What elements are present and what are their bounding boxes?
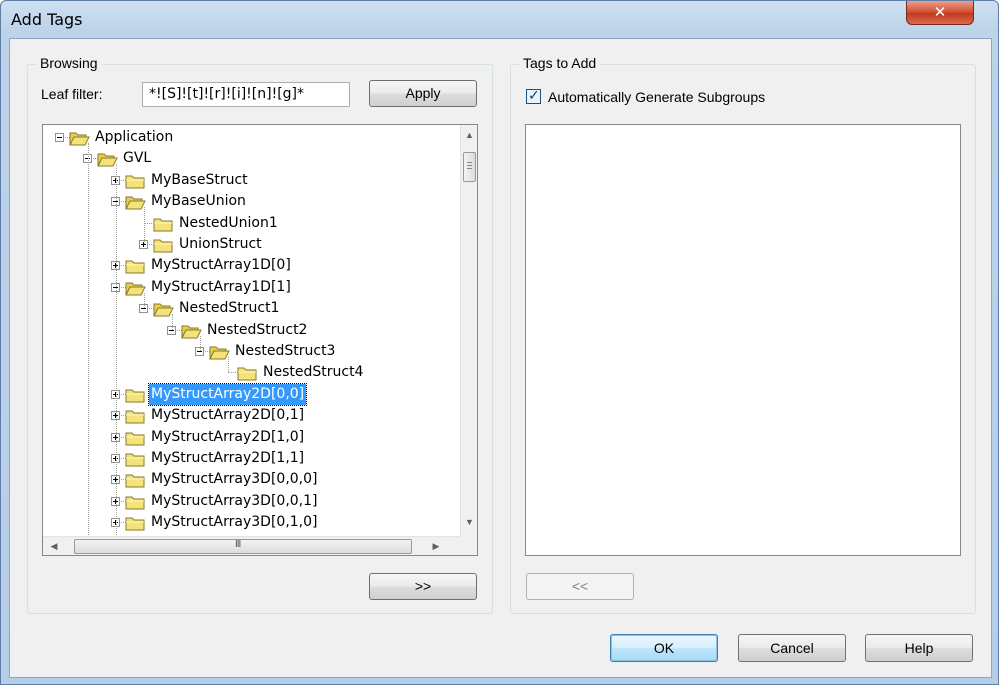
folder-icon	[125, 494, 146, 510]
tree-node[interactable]: MyStructArray1D[1]	[43, 277, 453, 298]
tree-node[interactable]: MyStructArray2D[0,1]	[43, 405, 453, 426]
tree-node-label[interactable]: MyStructArray1D[0]	[149, 255, 293, 276]
tree-node-label[interactable]: MyBaseUnion	[149, 191, 248, 212]
help-button[interactable]: Help	[865, 634, 973, 662]
tree-guide-line	[116, 164, 117, 555]
tree-node-label[interactable]: MyStructArray2D[1,1]	[149, 448, 306, 469]
tree-node-label[interactable]: NestedStruct4	[261, 362, 365, 383]
scroll-grip-icon: III	[235, 539, 241, 550]
tree-node-label[interactable]: MyStructArray1D[1]	[149, 277, 293, 298]
tree-node-label[interactable]: NestedStruct3	[233, 341, 337, 362]
ok-button[interactable]: OK	[610, 634, 718, 662]
tree-node[interactable]: MyStructArray3D[0,0,0]	[43, 469, 453, 490]
folder-icon	[209, 344, 230, 360]
scroll-up-icon[interactable]: ▲	[461, 130, 477, 140]
tree-node[interactable]: MyStructArray2D[0,0]	[43, 382, 453, 406]
tree-guide-line	[172, 314, 173, 330]
folder-icon	[153, 237, 174, 253]
add-tags-dialog: Add Tags ✕ Browsing Leaf filter: *![S]![…	[0, 0, 999, 685]
tree-node-label[interactable]: Application	[93, 127, 175, 148]
title-bar[interactable]: Add Tags ✕	[1, 1, 998, 37]
auto-subgroups-checkbox[interactable]: ✓	[526, 87, 541, 104]
tree-guide-line	[200, 335, 201, 351]
window-title: Add Tags	[11, 10, 83, 29]
folder-icon	[181, 323, 202, 339]
tree-guide-line	[144, 207, 145, 244]
scroll-corner	[460, 536, 477, 555]
tree-node[interactable]: NestedStruct4	[43, 362, 453, 383]
tree-node-label[interactable]: UnionStruct	[177, 234, 264, 255]
folder-icon	[237, 365, 258, 381]
leaf-filter-input[interactable]: *![S]![t]![r]![i]![n]![g]*	[142, 82, 350, 107]
tree-node-label[interactable]: MyStructArray2D[0,0]	[147, 382, 308, 406]
tree-vertical-scrollbar[interactable]: ▲ ▼	[460, 125, 477, 536]
tree-node-label[interactable]: NestedStruct2	[205, 320, 309, 341]
tree-node[interactable]: GVL	[43, 148, 453, 169]
tree-node-label[interactable]: MyStructArray2D[1,0]	[149, 427, 306, 448]
tree-node[interactable]: MyStructArray2D[1,1]	[43, 448, 453, 469]
tree-vertical-scroll-thumb[interactable]	[463, 152, 476, 182]
tree-node[interactable]: Application	[43, 127, 453, 148]
cancel-button[interactable]: Cancel	[738, 634, 846, 662]
tree-node[interactable]: MyBaseUnion	[43, 191, 453, 212]
folder-icon	[69, 130, 90, 146]
folder-icon	[125, 280, 146, 296]
tree-node[interactable]: NestedStruct2	[43, 320, 453, 341]
browsing-group: Browsing Leaf filter: *![S]![t]![r]![i]!…	[27, 55, 493, 614]
tree-node-label[interactable]: MyStructArray3D[0,0,0]	[149, 469, 320, 490]
folder-icon	[125, 408, 146, 424]
folder-icon	[125, 173, 146, 189]
tags-to-add-list[interactable]	[525, 124, 961, 556]
folder-icon	[125, 472, 146, 488]
tree-node-label[interactable]: MyStructArray3D[0,0,1]	[149, 491, 320, 512]
tree-guide-line	[144, 292, 145, 309]
scroll-down-icon[interactable]: ▼	[461, 517, 477, 527]
leaf-filter-label: Leaf filter:	[41, 86, 103, 102]
tree-node-label[interactable]: NestedStruct1	[177, 298, 281, 319]
tag-tree-view[interactable]: Application GVL MyBaseStruct MyBaseUnion Nes…	[42, 124, 478, 556]
tree-node-label[interactable]: MyBaseStruct	[149, 170, 250, 191]
add-tags-button[interactable]: >>	[369, 573, 477, 600]
folder-icon	[125, 515, 146, 531]
tree-node[interactable]: MyStructArray2D[1,0]	[43, 427, 453, 448]
tree-guide-line	[228, 357, 229, 373]
tree-node[interactable]: UnionStruct	[43, 234, 453, 255]
close-button[interactable]: ✕	[906, 1, 974, 25]
tree-node[interactable]: NestedUnion1	[43, 213, 453, 234]
tree-horizontal-scrollbar[interactable]: ◀ III ▶	[43, 536, 460, 555]
folder-icon	[97, 151, 118, 167]
tree-node-label[interactable]: MyStructArray3D[0,1,0]	[149, 512, 320, 533]
tree-node[interactable]: MyStructArray3D[0,1,0]	[43, 512, 453, 533]
apply-button[interactable]: Apply	[369, 80, 477, 107]
tree-node-label[interactable]: MyStructArray2D[0,1]	[149, 405, 306, 426]
checkmark-icon: ✓	[528, 87, 540, 103]
folder-icon	[153, 216, 174, 232]
tree-guide-line	[88, 143, 89, 555]
browsing-group-label: Browsing	[36, 55, 102, 71]
dialog-client-area: Browsing Leaf filter: *![S]![t]![r]![i]!…	[9, 38, 992, 678]
tree-node-label[interactable]: NestedUnion1	[177, 213, 280, 234]
tree-horizontal-scroll-thumb[interactable]: III	[74, 539, 412, 554]
tree-node-label[interactable]: GVL	[121, 148, 153, 169]
folder-icon	[125, 451, 146, 467]
scroll-right-icon[interactable]: ▶	[431, 541, 441, 551]
tree-node[interactable]: MyStructArray3D[0,0,1]	[43, 491, 453, 512]
close-icon: ✕	[933, 3, 947, 21]
folder-icon	[125, 258, 146, 274]
collapse-icon[interactable]	[55, 133, 64, 142]
tree-node[interactable]: NestedStruct1	[43, 298, 453, 319]
folder-icon	[153, 301, 174, 317]
folder-icon	[125, 387, 146, 403]
tree-node[interactable]: MyBaseStruct	[43, 170, 453, 191]
tree-node[interactable]: MyStructArray1D[0]	[43, 255, 453, 276]
folder-icon	[125, 194, 146, 210]
auto-subgroups-label[interactable]: Automatically Generate Subgroups	[548, 89, 765, 105]
scroll-left-icon[interactable]: ◀	[49, 541, 59, 551]
folder-icon	[125, 430, 146, 446]
remove-tags-button[interactable]: <<	[526, 573, 634, 600]
tags-to-add-group-label: Tags to Add	[519, 55, 601, 71]
tags-to-add-group: Tags to Add ✓ Automatically Generate Sub…	[510, 55, 976, 614]
tree-node[interactable]: NestedStruct3	[43, 341, 453, 362]
